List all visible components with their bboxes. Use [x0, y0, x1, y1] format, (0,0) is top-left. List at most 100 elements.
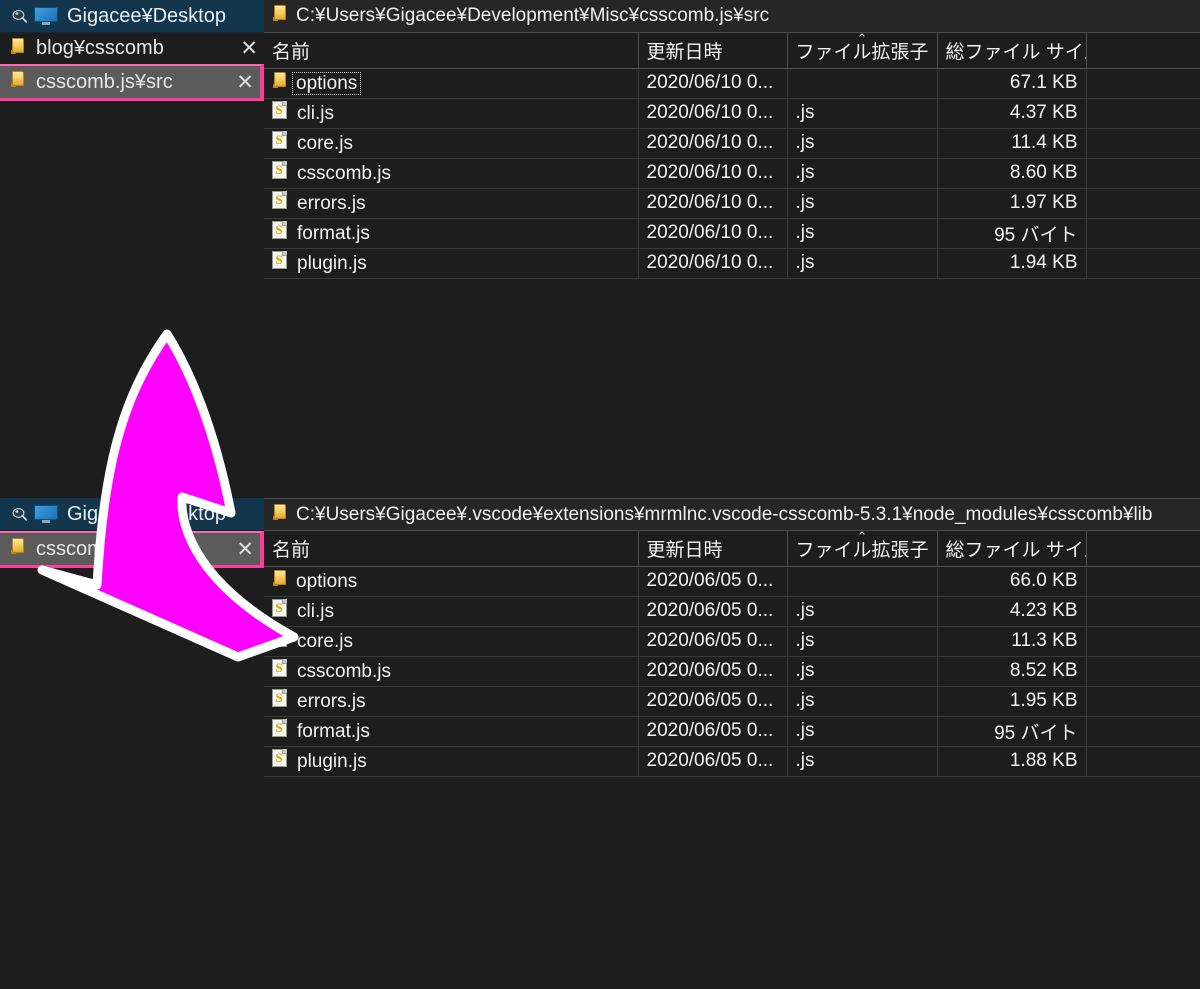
file-name: csscomb.js [297, 162, 391, 184]
tab-strip-top-title-bar[interactable]: Gigacee¥Desktop [0, 0, 264, 33]
file-table-bottom: 名前 更新日時 ⌃ ファイル拡張子 総ファイル サイズ options 2020… [264, 531, 1200, 777]
folder-icon [10, 37, 26, 61]
cell-date: 2020/06/05 0... [638, 746, 788, 777]
cell-extension: .js [787, 686, 938, 717]
path-bar-bottom[interactable]: C:¥Users¥Gigacee¥.vscode¥extensions¥mrml… [264, 498, 1200, 531]
file-table-bottom-body: options 2020/06/05 0... 66.0 KB S cli.js… [264, 566, 1200, 777]
column-header-date[interactable]: 更新日時 [638, 33, 788, 69]
sort-ascending-icon: ⌃ [856, 33, 868, 46]
cell-size: 8.60 KB [937, 158, 1087, 189]
column-header-name[interactable]: 名前 [264, 531, 639, 567]
cell-name[interactable]: S cli.js [264, 596, 639, 627]
cell-name[interactable]: S csscomb.js [264, 158, 639, 189]
folder-icon [272, 503, 296, 527]
table-row[interactable]: S plugin.js 2020/06/10 0... .js 1.94 KB [264, 248, 1200, 279]
path-text-bottom: C:¥Users¥Gigacee¥.vscode¥extensions¥mrml… [296, 503, 1153, 525]
cell-name[interactable]: options [264, 68, 639, 99]
table-row[interactable]: S format.js 2020/06/10 0... .js 95 バイト [264, 218, 1200, 249]
cell-name[interactable]: S plugin.js [264, 746, 639, 777]
column-header-size[interactable]: 総ファイル サイズ [937, 33, 1087, 69]
js-file-icon: S [272, 160, 289, 186]
tab-strip-top-list: blog¥csscomb ✕ csscomb.js¥src ✕ [0, 33, 264, 101]
column-header-date[interactable]: 更新日時 [638, 531, 788, 567]
cell-date: 2020/06/05 0... [638, 656, 788, 687]
table-row[interactable]: options 2020/06/10 0... 67.1 KB [264, 68, 1200, 99]
curved-arrow-annotation [37, 329, 299, 662]
file-list-empty-area-bottom[interactable] [264, 776, 1200, 989]
table-row[interactable]: S errors.js 2020/06/10 0... .js 1.97 KB [264, 188, 1200, 219]
pin-icon[interactable] [10, 505, 28, 523]
cell-extension: .js [787, 248, 938, 279]
column-header-spacer[interactable] [1086, 531, 1200, 567]
column-header-name[interactable]: 名前 [264, 33, 639, 69]
table-row[interactable]: S errors.js 2020/06/05 0... .js 1.95 KB [264, 686, 1200, 717]
cell-name[interactable]: S format.js [264, 716, 639, 747]
tab-strip-bottom-title-bar[interactable]: Gigacee¥Desktop [0, 498, 264, 531]
tab-item-blog-csscomb[interactable]: blog¥csscomb ✕ [0, 33, 264, 64]
pin-icon[interactable] [10, 7, 28, 25]
cell-name[interactable]: S format.js [264, 218, 639, 249]
close-icon[interactable]: ✕ [230, 72, 254, 93]
column-header-extension[interactable]: ⌃ ファイル拡張子 [787, 33, 938, 69]
cell-extension: .js [787, 716, 938, 747]
path-text-top: C:¥Users¥Gigacee¥Development¥Misc¥csscom… [296, 5, 770, 26]
cell-spacer [1086, 686, 1200, 717]
cell-spacer [1086, 716, 1200, 747]
table-row[interactable]: options 2020/06/05 0... 66.0 KB [264, 566, 1200, 597]
folder-icon [272, 569, 288, 593]
cell-extension [787, 68, 938, 99]
column-header-extension[interactable]: ⌃ ファイル拡張子 [787, 531, 938, 567]
close-icon[interactable]: ✕ [230, 539, 254, 560]
cell-name[interactable]: options [264, 566, 639, 597]
table-row[interactable]: S plugin.js 2020/06/05 0... .js 1.88 KB [264, 746, 1200, 777]
path-bar-top[interactable]: C:¥Users¥Gigacee¥Development¥Misc¥csscom… [264, 0, 1200, 33]
table-row[interactable]: S format.js 2020/06/05 0... .js 95 バイト [264, 716, 1200, 747]
cell-extension: .js [787, 656, 938, 687]
table-row[interactable]: S core.js 2020/06/10 0... .js 11.4 KB [264, 128, 1200, 159]
table-row[interactable]: S csscomb.js 2020/06/10 0... .js 8.60 KB [264, 158, 1200, 189]
tab-strip-bottom: Gigacee¥Desktop csscomb.js¥src ✕ [0, 498, 264, 568]
cell-spacer [1086, 566, 1200, 597]
tab-item-csscomb-js-src[interactable]: csscomb.js¥src ✕ [0, 64, 264, 101]
column-header-spacer[interactable] [1086, 33, 1200, 69]
cell-size: 1.88 KB [937, 746, 1087, 777]
file-name: errors.js [297, 192, 366, 214]
table-row[interactable]: S cli.js 2020/06/10 0... .js 4.37 KB [264, 98, 1200, 129]
table-row[interactable]: S core.js 2020/06/05 0... .js 11.3 KB [264, 626, 1200, 657]
tab-strip-top: Gigacee¥Desktop blog¥csscomb ✕ csscomb.j… [0, 0, 264, 101]
cell-extension: .js [787, 596, 938, 627]
js-file-icon: S [272, 190, 289, 216]
js-file-icon: S [272, 628, 289, 654]
screen-root: Gigacee¥Desktop blog¥csscomb ✕ csscomb.j… [0, 0, 1200, 989]
js-file-icon: S [272, 658, 289, 684]
file-table-top: 名前 更新日時 ⌃ ファイル拡張子 総ファイル サイズ options 2020… [264, 33, 1200, 279]
cell-size: 66.0 KB [937, 566, 1087, 597]
file-name: options [291, 71, 362, 95]
table-row[interactable]: S cli.js 2020/06/05 0... .js 4.23 KB [264, 596, 1200, 627]
cell-name[interactable]: S cli.js [264, 98, 639, 129]
cell-size: 67.1 KB [937, 68, 1087, 99]
cell-date: 2020/06/05 0... [638, 686, 788, 717]
file-table-top-body: options 2020/06/10 0... 67.1 KB S cli.js… [264, 68, 1200, 279]
cell-spacer [1086, 626, 1200, 657]
cell-name[interactable]: S csscomb.js [264, 656, 639, 687]
js-file-icon: S [272, 220, 289, 246]
cell-name[interactable]: S errors.js [264, 188, 639, 219]
file-list-empty-area-top[interactable] [264, 278, 1200, 519]
cell-size: 4.23 KB [937, 596, 1087, 627]
cell-name[interactable]: S errors.js [264, 686, 639, 717]
close-icon[interactable]: ✕ [234, 38, 258, 59]
cell-name[interactable]: S plugin.js [264, 248, 639, 279]
cell-extension: .js [787, 98, 938, 129]
tab-item-label: csscomb.js¥src [36, 537, 173, 560]
cell-size: 95 バイト [937, 218, 1087, 249]
cell-date: 2020/06/10 0... [638, 248, 788, 279]
cell-size: 11.4 KB [937, 128, 1087, 159]
cell-name[interactable]: S core.js [264, 128, 639, 159]
column-header-size[interactable]: 総ファイル サイズ [937, 531, 1087, 567]
tab-item-csscomb-js-src-2[interactable]: csscomb.js¥src ✕ [0, 531, 264, 568]
tab-strip-top-title: Gigacee¥Desktop [67, 5, 226, 27]
file-name: errors.js [297, 690, 366, 712]
cell-name[interactable]: S core.js [264, 626, 639, 657]
table-row[interactable]: S csscomb.js 2020/06/05 0... .js 8.52 KB [264, 656, 1200, 687]
